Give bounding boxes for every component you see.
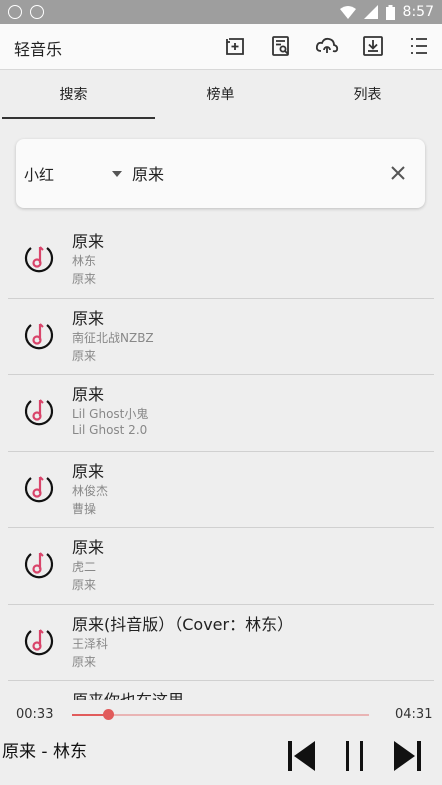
song-title: 原来 <box>72 461 105 481</box>
download-button[interactable] <box>360 33 386 59</box>
tab-indicator <box>2 117 155 119</box>
progress-track[interactable] <box>72 709 369 720</box>
list-item[interactable]: 原来 林东 原来 <box>8 222 434 299</box>
progress-thumb[interactable] <box>102 709 114 720</box>
song-album: Lil Ghost 2.0 <box>72 423 148 437</box>
list-item[interactable]: 原来 虎二 原来 <box>8 528 434 605</box>
song-title: 原来 <box>72 385 105 404</box>
song-artist: 林东 <box>72 254 97 268</box>
song-artist: 王泽科 <box>72 636 109 651</box>
skip-previous-icon <box>288 741 315 771</box>
menu-list-icon <box>411 38 427 54</box>
status-bar: 8:57 <box>0 0 442 24</box>
music-note-icon <box>24 628 54 655</box>
skip-next-icon <box>394 741 421 771</box>
song-album: 原来 <box>72 348 97 363</box>
cloud-sync-icon <box>315 37 339 53</box>
song-album: 曹操 <box>72 501 97 516</box>
music-note-icon <box>24 246 54 273</box>
tab-list-label: 列表 <box>353 87 382 103</box>
tab-bar: 搜索 榜单 列表 <box>0 70 442 120</box>
song-artist: Lil Ghost小鬼 <box>72 407 149 421</box>
source-label: 小红 <box>24 165 55 184</box>
next-button[interactable] <box>392 738 424 774</box>
tab-search-label: 搜索 <box>59 87 88 103</box>
cloud-sync-button[interactable] <box>314 33 340 59</box>
song-artist: 虎二 <box>72 560 97 574</box>
add-playlist-icon <box>226 38 244 55</box>
now-playing-title: 原来 - 林东 <box>2 742 87 762</box>
pause-icon <box>346 741 363 771</box>
app-bar: 轻音乐 <box>0 24 442 70</box>
list-item[interactable]: 原来 南征北战NZBZ 原来 <box>8 299 434 375</box>
wifi-icon <box>339 5 356 19</box>
search-doc-button[interactable] <box>268 33 294 59</box>
song-list: 原来 林东 原来 原来 南征北战NZBZ 原来 原来 Lil Ghost小鬼 L… <box>0 222 442 705</box>
song-artist: 南征北战NZBZ <box>72 330 154 345</box>
list-item[interactable]: 原来 林俊杰 曹操 <box>8 452 434 528</box>
search-doc-icon <box>272 36 289 56</box>
tab-charts-label: 榜单 <box>206 87 235 103</box>
tab-list[interactable]: 列表 <box>294 70 441 118</box>
list-item[interactable]: 原来 Lil Ghost小鬼 Lil Ghost 2.0 <box>8 375 434 452</box>
source-dropdown[interactable]: 小红 <box>24 161 124 187</box>
player-bar: 00:33 04:31 原来 - 林东 <box>0 700 442 785</box>
menu-list-button[interactable] <box>406 33 432 59</box>
song-title: 原来 <box>72 232 105 251</box>
battery-icon <box>385 4 395 20</box>
total-time: 04:31 <box>395 707 433 722</box>
close-icon <box>391 166 405 180</box>
clear-search-button[interactable] <box>388 163 408 183</box>
previous-button[interactable] <box>285 738 317 774</box>
song-title: 原来 <box>72 308 105 328</box>
song-title: 原来 <box>72 538 105 557</box>
song-album: 原来 <box>72 654 97 669</box>
download-icon <box>363 36 383 56</box>
notification-icon <box>8 5 22 19</box>
pause-button[interactable] <box>340 738 372 774</box>
search-input[interactable] <box>132 159 372 187</box>
music-note-icon <box>24 552 54 579</box>
music-note-icon <box>24 475 54 502</box>
status-time: 8:57 <box>402 4 434 20</box>
song-album: 原来 <box>72 272 97 286</box>
song-album: 原来 <box>72 578 97 592</box>
tab-search[interactable]: 搜索 <box>0 70 147 118</box>
dropdown-arrow-icon <box>112 171 122 177</box>
elapsed-time: 00:33 <box>16 707 54 722</box>
music-note-icon <box>24 322 54 349</box>
signal-icon <box>363 5 378 19</box>
song-artist: 林俊杰 <box>72 483 109 498</box>
notification-icon-2 <box>30 5 44 19</box>
list-item[interactable]: 原来(抖音版）（Cover：林东） 王泽科 原来 <box>8 605 434 681</box>
search-card: 小红 <box>16 139 425 208</box>
music-note-icon <box>24 399 54 426</box>
song-title: 原来(抖音版）（Cover：林东） <box>72 614 294 634</box>
add-playlist-button[interactable] <box>222 33 248 59</box>
tab-charts[interactable]: 榜单 <box>147 70 294 118</box>
app-title: 轻音乐 <box>14 40 63 59</box>
